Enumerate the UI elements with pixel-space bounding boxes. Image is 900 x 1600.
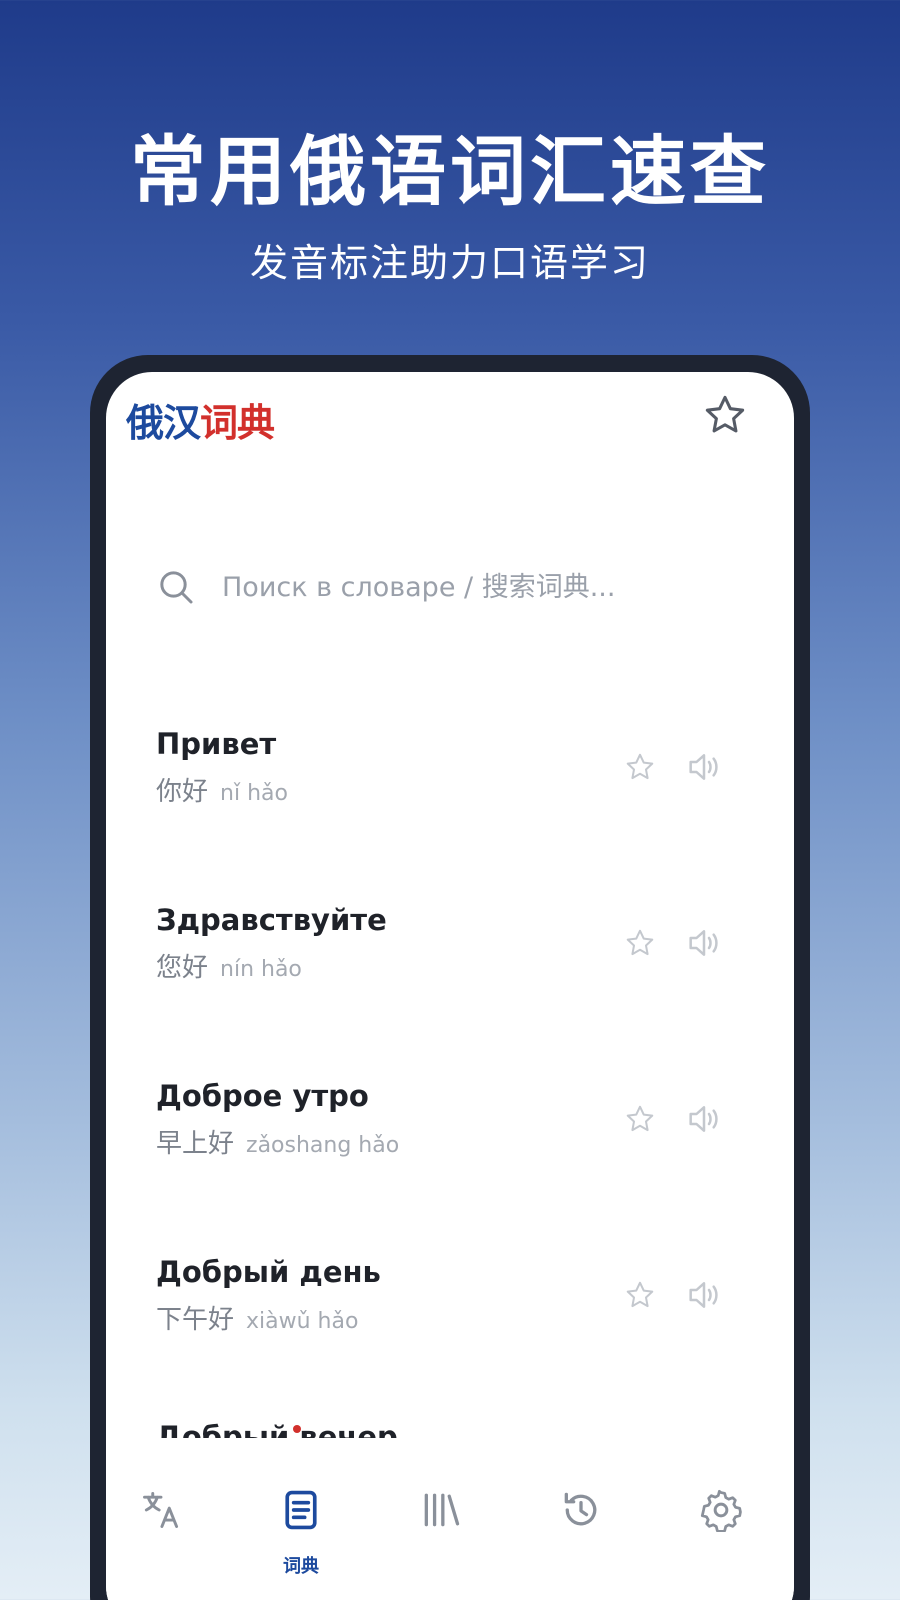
promo-subline: 发音标注助力口语学习 (249, 241, 650, 285)
search-input[interactable] (222, 571, 682, 603)
search-icon (160, 571, 193, 604)
promo-headline: 常用俄语词汇速查 (130, 127, 770, 216)
nav-dictionary-label: 词典 (283, 1556, 319, 1577)
word-row[interactable]: Здравствуйте 您好 nín hǎo (106, 903, 794, 1079)
app-logo: 俄汉词典 (126, 392, 275, 447)
speaker-icon[interactable] (684, 747, 724, 787)
word-list: Привет 你好 nǐ hǎo Здравствуйте 您好 nín hǎo Д… (106, 727, 794, 1431)
search-bar[interactable] (156, 557, 736, 617)
word-hanzi: 你好 (156, 777, 209, 807)
logo-part-2: 词典 (200, 401, 275, 445)
word-pinyin: xiàwǔ hǎo (246, 1309, 359, 1334)
word-row[interactable]: Добрый день 下午好 xiàwǔ hǎo (106, 1255, 794, 1431)
phone-screen: 俄汉词典 Привет 你好nǐ hǎo Здравствуйте 您好nín … (106, 372, 794, 1600)
bottom-nav: 词典 (106, 1462, 794, 1600)
word-russian: Здравствуйте (156, 903, 387, 937)
word-russian: Добрый день (156, 1255, 381, 1289)
star-icon[interactable] (624, 927, 656, 959)
word-chinese: 下午好 xiàwǔ hǎo (156, 1299, 358, 1336)
nav-history[interactable] (546, 1480, 616, 1550)
partial-word-row[interactable]: Добрый вечер (156, 1420, 398, 1438)
word-hanzi: 早上好 (156, 1129, 235, 1159)
nav-dictionary[interactable]: 词典 (266, 1480, 336, 1577)
star-icon[interactable] (624, 751, 656, 783)
word-pinyin: zǎoshang hǎo (246, 1133, 400, 1158)
active-indicator-dot (293, 1425, 301, 1433)
star-icon[interactable] (624, 1103, 656, 1135)
speaker-icon[interactable] (684, 1099, 724, 1139)
nav-translate[interactable] (126, 1480, 196, 1550)
word-chinese: 你好 nǐ hǎo (156, 771, 288, 808)
settings-icon (700, 1489, 742, 1532)
favorites-button[interactable] (702, 392, 748, 438)
word-chinese: 您好 nín hǎo (156, 947, 302, 984)
logo-part-1: 俄汉 (126, 401, 201, 445)
speaker-icon[interactable] (684, 1275, 724, 1315)
nav-settings[interactable] (686, 1480, 756, 1550)
translate-icon (143, 1492, 179, 1528)
word-hanzi: 下午好 (156, 1305, 235, 1335)
word-chinese: 早上好 zǎoshang hǎo (156, 1123, 399, 1160)
history-icon (564, 1492, 597, 1526)
word-row[interactable]: Доброе утро 早上好 zǎoshang hǎo (106, 1079, 794, 1255)
word-russian: Привет (156, 727, 277, 761)
star-icon[interactable] (624, 1279, 656, 1311)
word-pinyin: nǐ hǎo (220, 781, 288, 806)
word-pinyin: nín hǎo (220, 957, 302, 982)
dictionary-icon (285, 1490, 317, 1530)
library-icon (424, 1493, 460, 1527)
nav-library[interactable] (406, 1480, 476, 1550)
star-icon (705, 395, 745, 433)
word-russian: Доброе утро (156, 1079, 369, 1113)
word-hanzi: 您好 (156, 953, 209, 983)
speaker-icon[interactable] (684, 923, 724, 963)
word-row[interactable]: Привет 你好 nǐ hǎo (106, 727, 794, 903)
